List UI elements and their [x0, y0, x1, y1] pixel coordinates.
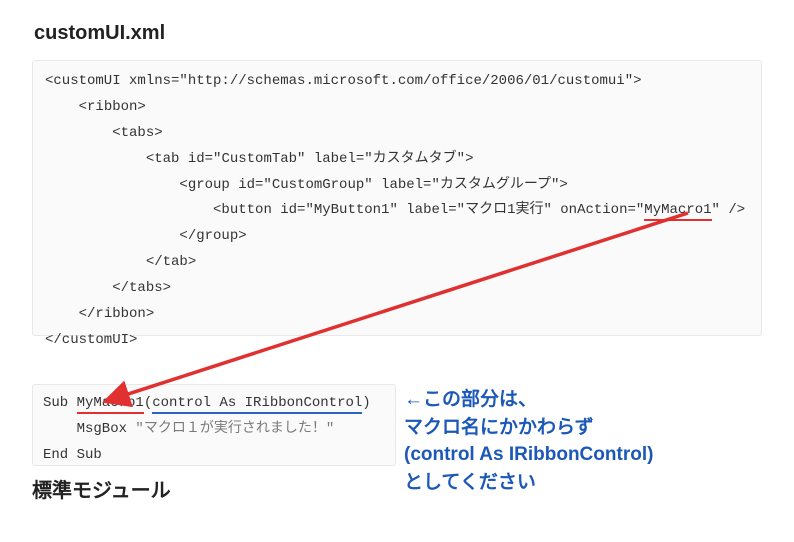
xml-line-6c: " />: [712, 202, 746, 218]
annotation-text: ←この部分は、 マクロ名にかかわらず (control As IRibbonCo…: [404, 386, 653, 496]
vba-paren-close: ): [362, 395, 370, 411]
xml-line-9: </tabs>: [112, 280, 171, 296]
vba-macro-name: MyMacro1: [77, 395, 144, 414]
annotation-line-1: ←この部分は、: [404, 389, 537, 410]
xml-line-2: <ribbon>: [79, 99, 146, 115]
xml-line-3: <tabs>: [112, 125, 162, 141]
code-box-xml: <customUI xmlns="http://schemas.microsof…: [32, 60, 762, 336]
vba-paren-open: (: [144, 395, 152, 411]
xml-line-11: </customUI>: [45, 332, 137, 348]
xml-line-7: </group>: [179, 228, 246, 244]
annotation-line-4: としてください: [404, 472, 536, 493]
vba-param: control As IRibbonControl: [152, 395, 362, 414]
xml-line-5: <group id="CustomGroup" label="カスタムグループ"…: [179, 177, 567, 193]
xml-line-8: </tab>: [146, 254, 196, 270]
title-customui-xml: customUI.xml: [34, 22, 165, 45]
code-box-vba: Sub MyMacro1(control As IRibbonControl) …: [32, 384, 396, 466]
vba-sub-keyword: Sub: [43, 395, 77, 411]
vba-msgbox-string: "マクロ１が実行されました！": [135, 421, 334, 437]
xml-onaction-value: MyMacro1: [644, 202, 711, 221]
annotation-line-2: マクロ名にかかわらず: [404, 417, 594, 438]
xml-line-1: <customUI xmlns="http://schemas.microsof…: [45, 73, 642, 89]
xml-line-4: <tab id="CustomTab" label="カスタムタブ">: [146, 151, 474, 167]
vba-msgbox: MsgBox: [43, 421, 135, 437]
annotation-line-3: (control As IRibbonControl): [404, 444, 653, 465]
xml-line-6a: <button id="MyButton1" label="マクロ1実行" on…: [213, 202, 644, 218]
xml-line-10: </ribbon>: [79, 306, 155, 322]
vba-end-sub: End Sub: [43, 447, 102, 463]
title-standard-module: 標準モジュール: [32, 474, 171, 503]
